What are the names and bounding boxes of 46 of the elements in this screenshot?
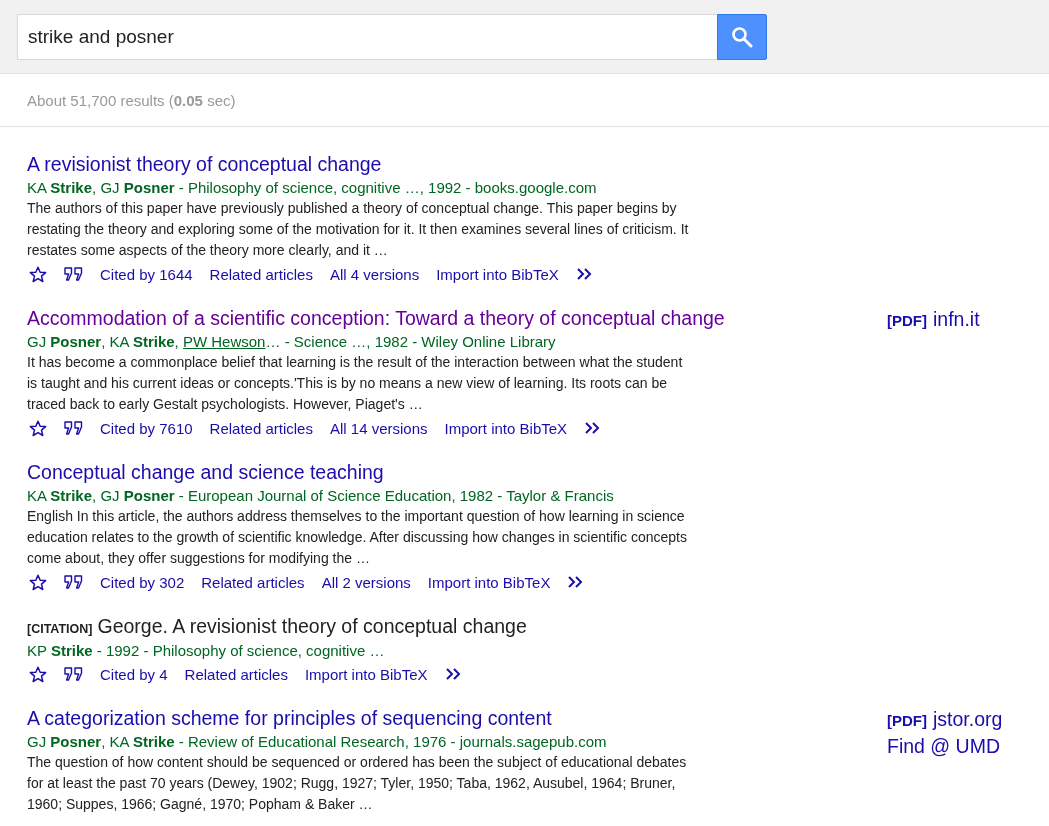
result-snippet: The question of how content should be sequenced or ordered has been the subject of educational debates for at least the past 70 years (Dewey, 1902; Rugg, 1927; Tyler, 1950; Taba, 1962, Ausubel, 1964; Bruner, 1960; Suppes, 1966; Gagné, 1970; Popham & Baker … — [27, 753, 688, 814]
quote-icon[interactable] — [64, 575, 83, 589]
result-authors: KA Strike, GJ Posner - European Journal of Science Education, 1982 - Taylor & Francis — [27, 486, 615, 506]
quote-icon[interactable] — [64, 267, 83, 281]
result-action-link[interactable]: Import into BibTeX — [427, 573, 551, 591]
result-action-link[interactable]: Related articles — [209, 265, 313, 283]
result-title-link[interactable]: A categorization scheme for principles of sequencing content — [27, 707, 552, 729]
star-icon[interactable] — [29, 265, 47, 283]
result-action-link[interactable]: Related articles — [201, 573, 305, 591]
result-action-link[interactable]: Import into BibTeX — [444, 419, 568, 437]
result-title: George. A revisionist theory of conceptual change — [97, 615, 527, 637]
search-icon — [731, 25, 753, 48]
result-action-link[interactable]: Related articles — [209, 419, 313, 437]
star-icon[interactable] — [29, 573, 47, 591]
result-authors: KA Strike, GJ Posner - Philosophy of science, cognitive …, 1992 - books.google.com — [27, 178, 598, 198]
result-action-link[interactable]: All 14 versions — [329, 419, 428, 437]
citation-tag: [CITATION] — [27, 622, 93, 636]
result-action-link[interactable]: Cited by 302 — [100, 573, 185, 591]
result-authors: KP Strike - 1992 - Philosophy of science, cognitive … — [27, 641, 386, 661]
result-authors: GJ Posner, KA Strike, PW Hewson… - Science …, 1982 - Wiley Online Library — [27, 332, 557, 352]
result-action-link[interactable]: Cited by 1644 — [100, 265, 193, 283]
result-action-link[interactable]: All 2 versions — [321, 573, 411, 591]
quote-icon[interactable] — [64, 421, 83, 435]
result-action-link[interactable]: Import into BibTeX — [436, 265, 559, 283]
side-link[interactable]: [PDF] jstor.org — [887, 708, 1003, 731]
result-action-link[interactable]: Cited by 7610 — [100, 419, 193, 437]
result-snippet: English In this article, the authors address themselves to the important question of how learning in science education relates to the growth of scientific knowledge. After discussing how changes in scientific concepts come about, they offer suggestions for modifying the … — [27, 507, 688, 568]
result-title-link[interactable]: A revisionist theory of conceptual change — [27, 153, 382, 175]
star-icon[interactable] — [29, 419, 47, 437]
star-icon[interactable] — [29, 665, 47, 683]
author-link[interactable]: PW Hewson — [182, 333, 266, 350]
result-snippet: It has become a commonplace belief that learning is the result of the interaction between what the student is taught and his current ideas or concepts.'This is by no means a new view of learning. Its roots can be traced back to early Gestalt psychologists. However, Piaget's … — [27, 353, 684, 414]
result-action-link[interactable]: All 4 versions — [329, 265, 420, 283]
side-link[interactable]: Find @ UMD — [887, 735, 1003, 758]
result-action-link[interactable]: Import into BibTeX — [304, 665, 428, 683]
result-snippet: The authors of this paper have previously published a theory of conceptual change. This paper begins by restating the theory and exploring some of the motivation for it. It then examines several lines of criticism. It restates some aspects of the theory more clearly, and it … — [27, 199, 690, 260]
result-action-link[interactable]: Cited by 4 — [100, 665, 168, 683]
result-authors: GJ Posner, KA Strike - Review of Educational Research, 1976 - journals.sagepub.com — [27, 732, 608, 752]
quote-icon[interactable] — [64, 667, 83, 681]
result-title-link[interactable]: Conceptual change and science teaching — [27, 461, 384, 483]
result-title-link[interactable]: Accommodation of a scientific conception: Toward a theory of conceptual change — [27, 307, 725, 329]
search-button[interactable] — [717, 13, 767, 60]
results-count: About 51,700 results (0.05 sec) — [27, 91, 236, 109]
side-link[interactable]: [PDF] infn.it — [887, 308, 980, 331]
result-action-link[interactable]: Related articles — [184, 665, 288, 683]
search-field[interactable]: strike and posner — [17, 13, 717, 60]
